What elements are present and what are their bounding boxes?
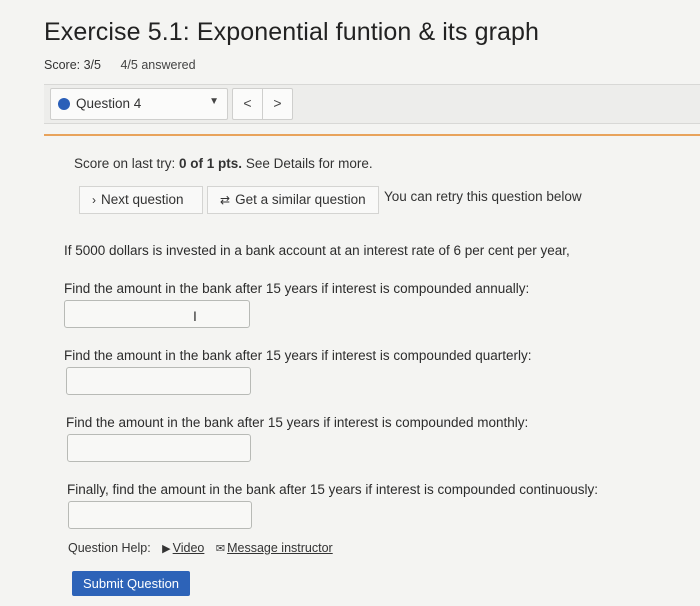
- video-icon: ▶: [162, 543, 171, 555]
- score-summary: Score: 3/5 4/5 answered: [44, 58, 196, 72]
- chevron-right-icon: >: [273, 95, 282, 111]
- previous-question-button[interactable]: <: [232, 88, 263, 120]
- question-part-prompt: Find the amount in the bank after 15 yea…: [66, 415, 529, 430]
- question-status-dot: [58, 98, 70, 110]
- refresh-icon: ⇄: [220, 193, 231, 207]
- caret-down-icon: ▼: [209, 96, 219, 107]
- envelope-icon: ✉: [215, 543, 226, 555]
- answer-input-monthly[interactable]: [67, 434, 251, 462]
- next-question-button[interactable]: › Next question: [79, 186, 203, 214]
- answered-count: 4/5 answered: [120, 58, 196, 72]
- last-try-prefix: Score on last try:: [74, 156, 180, 171]
- question-select-label: Question 4: [76, 96, 142, 111]
- chevron-right-icon: ›: [92, 193, 96, 207]
- question-part-prompt: Find the amount in the bank after 15 yea…: [64, 281, 530, 296]
- question-help-label: Question Help:: [68, 541, 151, 555]
- text-cursor-icon: I: [193, 308, 197, 324]
- video-link[interactable]: Video: [173, 541, 205, 555]
- retry-note: You can retry this question below: [384, 189, 582, 204]
- next-question-arrow-button[interactable]: >: [262, 88, 293, 120]
- exercise-page: Exercise 5.1: Exponential funtion & its …: [0, 0, 700, 606]
- question-part-prompt: Finally, find the amount in the bank aft…: [67, 482, 599, 497]
- page-title: Exercise 5.1: Exponential funtion & its …: [44, 18, 540, 46]
- chevron-left-icon: <: [243, 95, 252, 111]
- question-intro: If 5000 dollars is invested in a bank ac…: [64, 243, 570, 258]
- message-instructor-link[interactable]: Message instructor: [227, 541, 333, 555]
- last-try-status: Score on last try: 0 of 1 pts. See Detai…: [74, 156, 373, 171]
- similar-question-button[interactable]: ⇄ Get a similar question: [207, 186, 379, 214]
- answer-input-quarterly[interactable]: [66, 367, 251, 395]
- last-try-suffix: See Details for more.: [242, 156, 373, 171]
- section-divider: [44, 134, 700, 136]
- last-try-score: 0 of 1 pts.: [179, 156, 243, 171]
- answer-input-annually[interactable]: [64, 300, 250, 328]
- question-part-prompt: Find the amount in the bank after 15 yea…: [64, 348, 532, 363]
- question-select[interactable]: Question 4 ▼: [50, 88, 228, 120]
- similar-question-label: Get a similar question: [235, 192, 366, 207]
- submit-question-button[interactable]: Submit Question: [72, 571, 190, 596]
- score-text: Score: 3/5: [44, 58, 101, 72]
- next-question-label: Next question: [101, 192, 184, 207]
- answer-input-continuously[interactable]: [68, 501, 252, 529]
- question-help: Question Help: ▶ Video ✉ Message instructo…: [68, 541, 333, 555]
